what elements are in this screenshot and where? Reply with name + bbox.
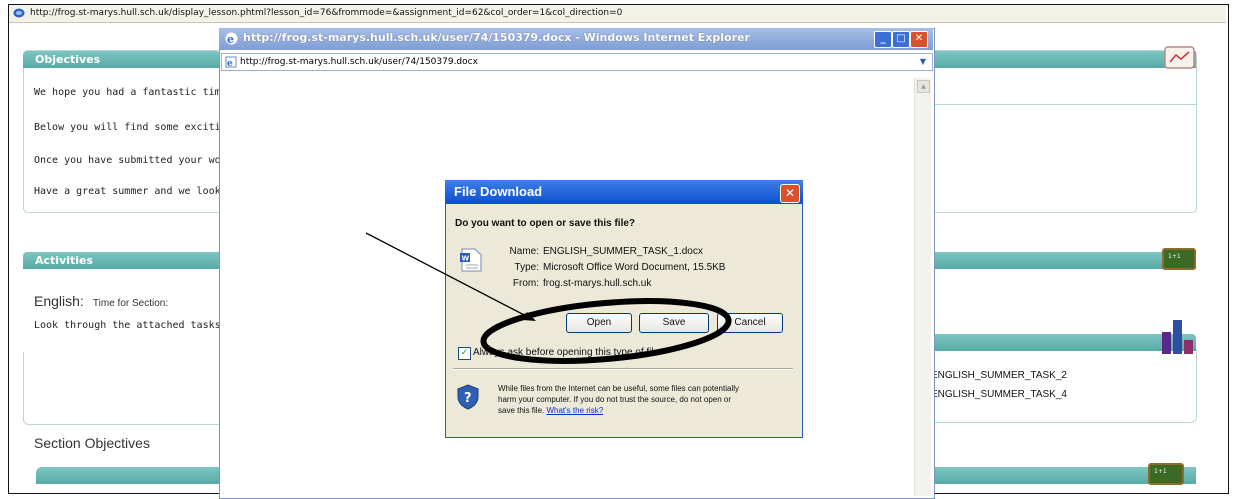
scroll-up-arrow[interactable]: ▲ (917, 80, 930, 93)
objectives-divider (933, 104, 1196, 105)
browser-url: http://frog.st-marys.hull.sch.uk/display… (30, 8, 623, 18)
chevron-down-icon[interactable]: ▼ (916, 54, 930, 70)
svg-text:?: ? (464, 391, 472, 406)
browser-address-bar[interactable]: http://frog.st-marys.hull.sch.uk/display… (9, 5, 1226, 23)
chalkboard-icon: 1+1 (1148, 463, 1184, 485)
task-link[interactable]: ENGLISH_SUMMER_TASK_2 (931, 370, 1067, 381)
save-button[interactable]: Save (639, 313, 709, 333)
attachments-panel (930, 350, 1197, 423)
word-document-icon: W (460, 248, 482, 272)
cancel-button[interactable]: Cancel (717, 313, 783, 333)
english-label: English: (34, 293, 84, 309)
objectives-line: Have a great summer and we look (34, 186, 221, 197)
svg-text:e: e (227, 33, 234, 46)
ie-address-url: http://frog.st-marys.hull.sch.uk/user/74… (240, 57, 478, 67)
svg-text:e: e (227, 59, 233, 68)
section-objectives-header (36, 467, 220, 484)
activities-header-right (933, 252, 1196, 269)
file-download-title: File Download (454, 184, 543, 199)
close-button[interactable]: ✕ (910, 31, 928, 48)
objectives-line: Below you will find some exciting a (34, 122, 245, 133)
objectives-line: We hope you had a fantastic time (34, 87, 227, 98)
ie-window-title: http://frog.st-marys.hull.sch.uk/user/74… (243, 31, 750, 44)
warning-line-with-link: save this file. What's the risk? (498, 406, 603, 415)
svg-text:W: W (462, 255, 470, 263)
activities-title: Activities (35, 254, 94, 267)
always-ask-checkbox[interactable]: ✓ (458, 347, 471, 360)
objectives-line: Once you have submitted your wor (34, 155, 227, 166)
type-value: Microsoft Office Word Document, 15.5KB (543, 262, 726, 273)
page-icon: e (225, 56, 237, 68)
maximize-button[interactable]: □ (892, 31, 910, 48)
dialog-close-button[interactable]: ✕ (780, 184, 800, 203)
objectives-title: Objectives (35, 53, 101, 66)
objectives-header-right (933, 51, 1196, 68)
type-label: Type: (514, 262, 539, 273)
download-question: Do you want to open or save this file? (455, 218, 636, 229)
look-through-line: Look through the attached tasks - (34, 320, 233, 331)
dialog-separator (453, 368, 793, 370)
ie-address-bar[interactable]: e http://frog.st-marys.hull.sch.uk/user/… (221, 53, 933, 71)
activities-header: Activities (23, 252, 220, 269)
objectives-header: Objectives (23, 51, 220, 68)
attachments-header (933, 334, 1196, 351)
chart-board-icon (1164, 46, 1195, 69)
always-ask-label: Always ask before opening this type of f… (473, 347, 660, 358)
section-objectives-heading: Section Objectives (34, 435, 150, 451)
whats-the-risk-link[interactable]: What's the risk? (546, 406, 603, 415)
ie-logo-icon: e (225, 32, 238, 46)
english-section-line: English: Time for Section: (34, 291, 168, 310)
name-value: ENGLISH_SUMMER_TASK_1.docx (543, 246, 703, 257)
svg-text:1+1: 1+1 (1154, 468, 1167, 475)
name-label: Name: (509, 246, 539, 257)
security-shield-icon: ? (457, 384, 479, 410)
warning-line: harm your computer. If you do not trust … (498, 395, 732, 404)
warning-line: save this file. (498, 406, 545, 415)
chalkboard-icon: 1+1 (1162, 248, 1196, 270)
from-label: From: (512, 278, 539, 289)
activities-panel (23, 352, 221, 425)
ie-scrollbar[interactable]: ▲ (914, 78, 931, 496)
svg-text:1+1: 1+1 (1168, 253, 1181, 260)
task-link[interactable]: ENGLISH_SUMMER_TASK_4 (931, 389, 1067, 400)
minimize-button[interactable]: _ (874, 31, 892, 48)
from-value: frog.st-marys.hull.sch.uk (543, 278, 652, 289)
ie-window-titlebar[interactable]: e http://frog.st-marys.hull.sch.uk/user/… (219, 28, 933, 50)
warning-line: While files from the Internet can be use… (498, 384, 740, 393)
ie-globe-icon (13, 8, 25, 18)
file-download-titlebar[interactable]: File Download (445, 180, 803, 204)
open-button[interactable]: Open (566, 313, 632, 333)
time-for-section: Time for Section: (92, 298, 169, 309)
